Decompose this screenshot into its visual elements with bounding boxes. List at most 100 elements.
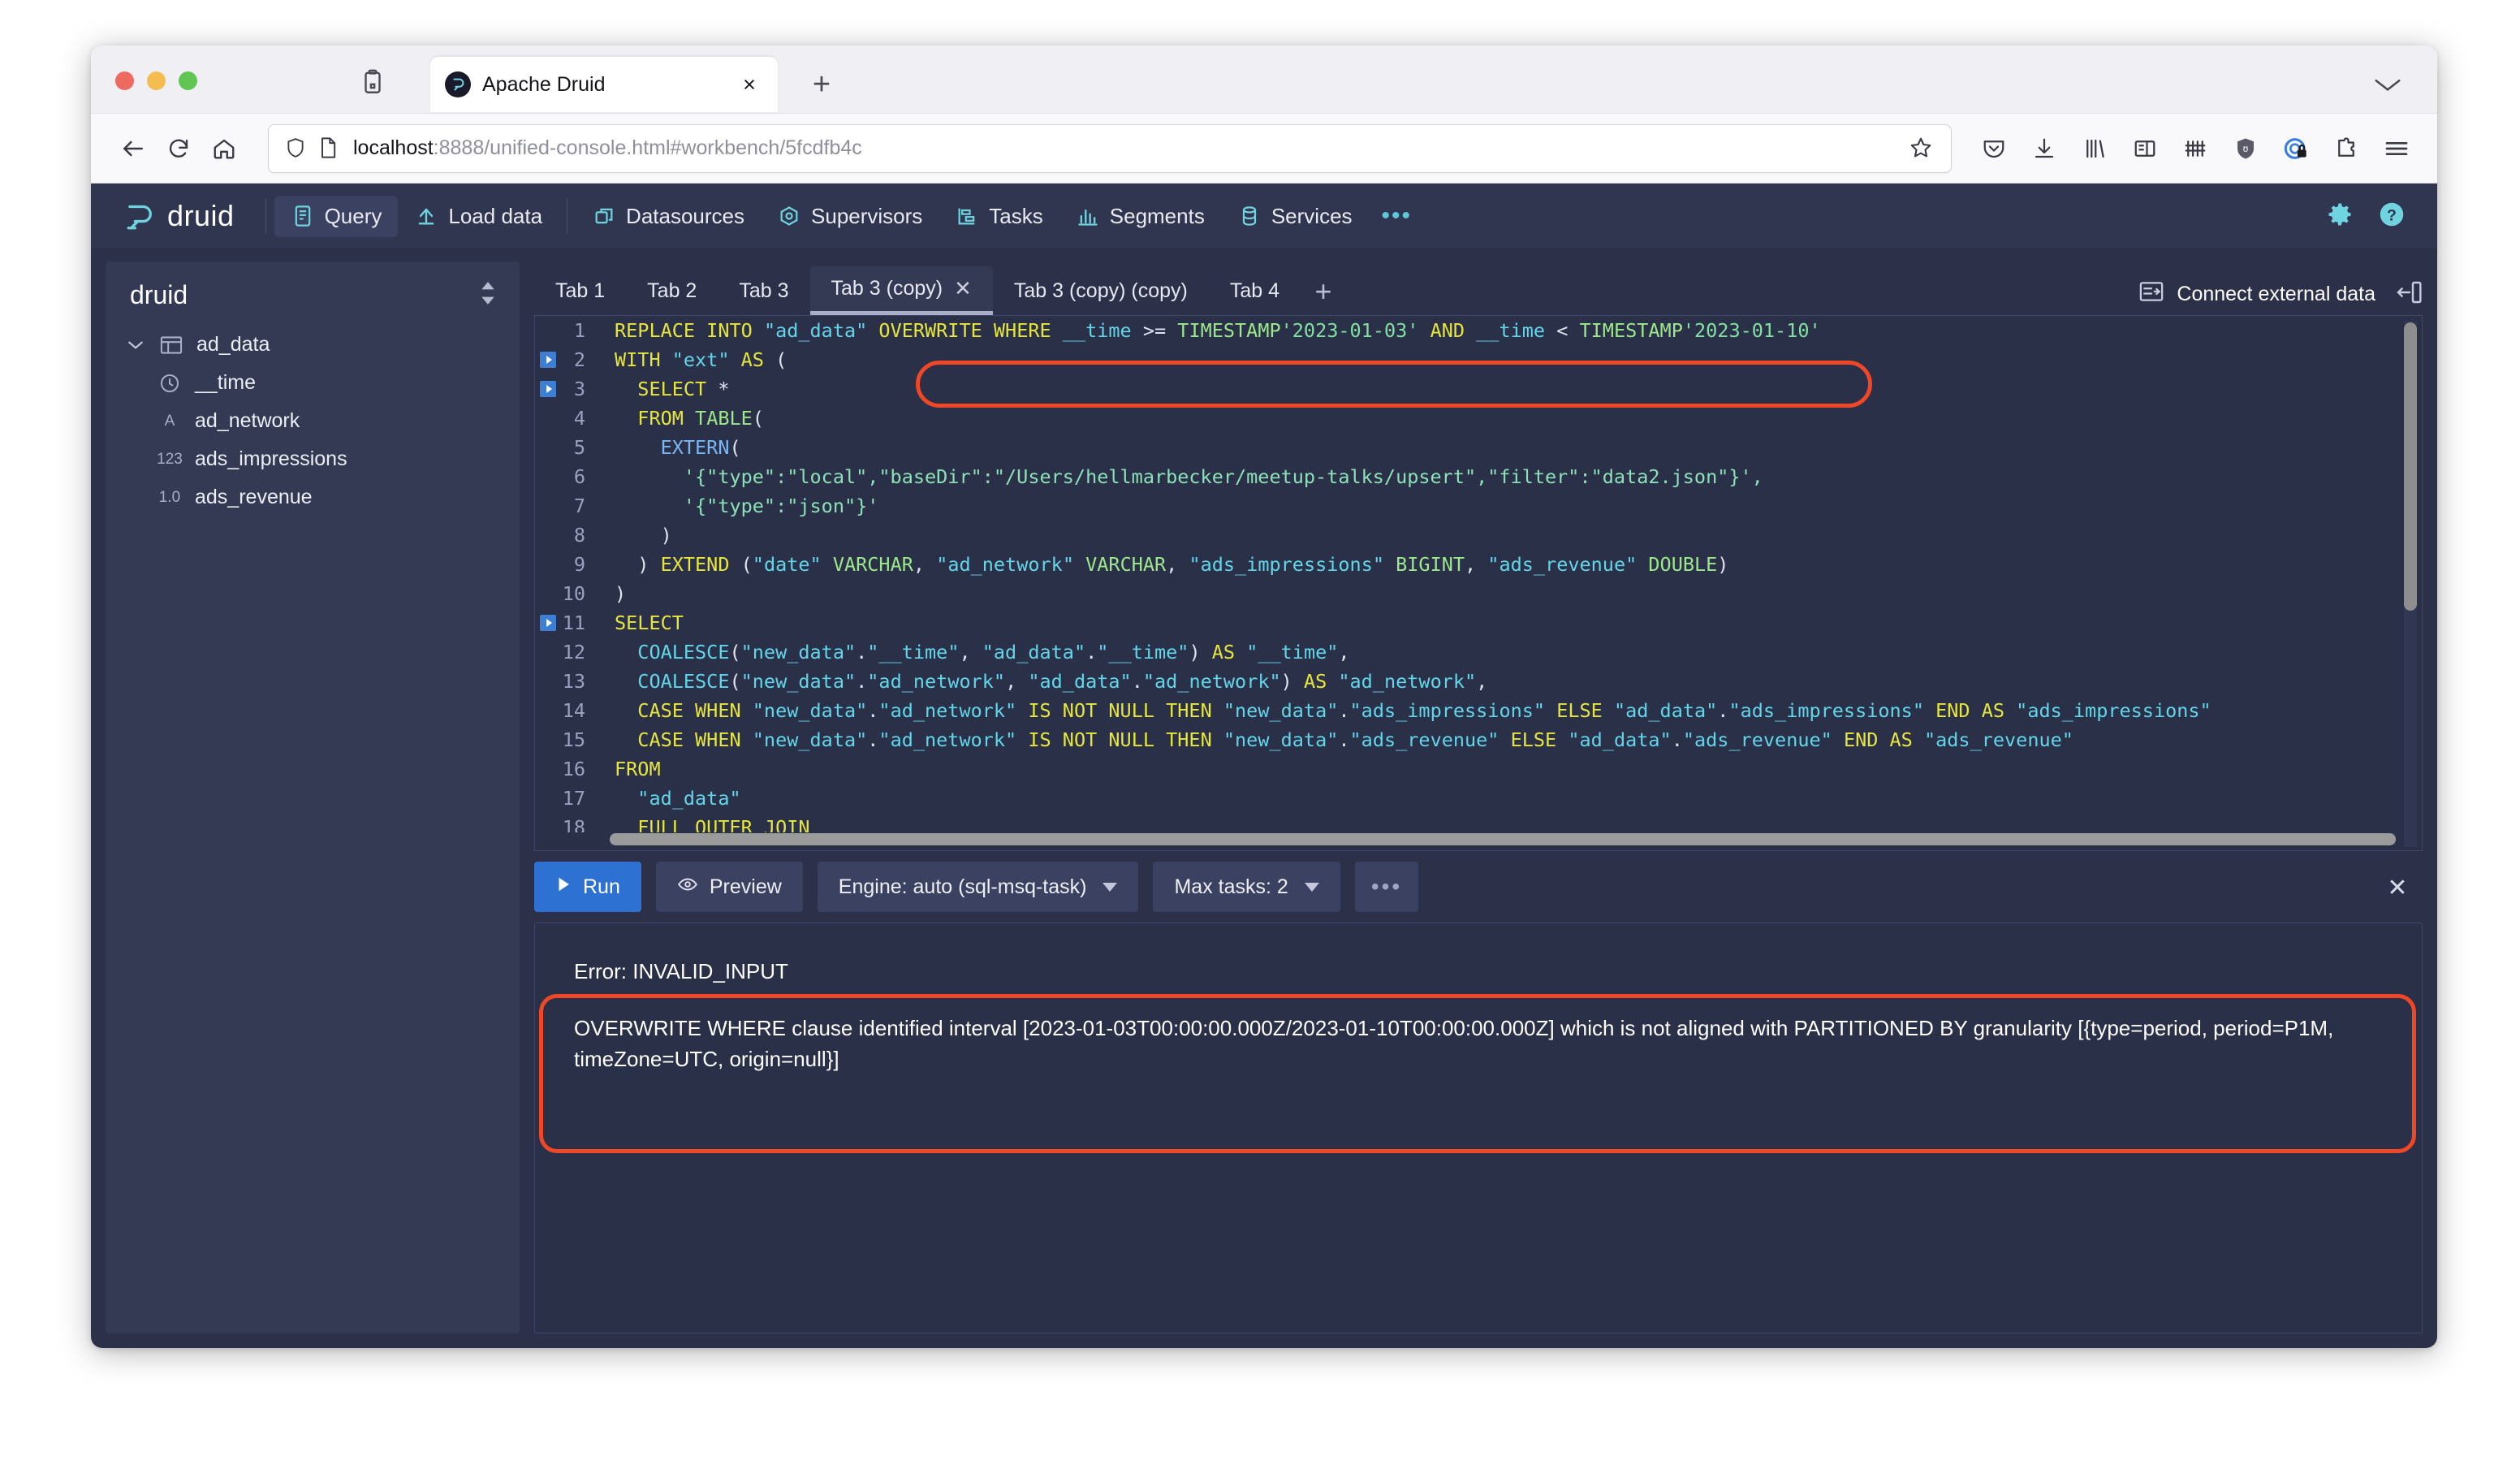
code-line[interactable]: 15 CASE WHEN "new_data"."ad_network" IS … [535,725,2401,754]
home-icon[interactable] [201,126,247,171]
star-icon[interactable] [1909,136,1935,162]
url-text[interactable]: localhost:8888/unified-console.html#work… [353,136,1909,160]
editor-horizontal-scroll-thumb[interactable] [610,833,2396,845]
nav-item-services[interactable]: Services [1221,196,1369,237]
code-text[interactable]: '{"type":"json"}' [598,491,2401,521]
query-tab-3[interactable]: Tab 3 [718,266,809,315]
nav-more-button[interactable]: ••• [1369,196,1426,236]
fold-marker-icon[interactable] [540,615,556,631]
hamburger-menu-icon[interactable] [2375,127,2418,170]
code-line[interactable]: 3 SELECT * [535,374,2401,404]
firefox-view-icon[interactable] [359,68,386,96]
query-tab-3-copy[interactable]: Tab 3 (copy) ✕ [809,266,993,315]
code-line[interactable]: 16 FROM [535,754,2401,784]
code-text[interactable]: CASE WHEN "new_data"."ad_network" IS NOT… [598,725,2401,754]
code-line[interactable]: 17 "ad_data" [535,784,2401,813]
nav-item-query[interactable]: Query [274,195,399,237]
code-text[interactable]: SELECT * [598,374,2401,404]
code-text[interactable]: COALESCE("new_data"."ad_network", "ad_da… [598,667,2401,696]
tree-node-ads-impressions[interactable]: 123 ads_impressions [106,440,520,478]
pocket-icon[interactable] [1973,127,2015,170]
help-icon[interactable]: ? [2377,200,2406,233]
code-text[interactable]: EXTERN( [598,433,2401,462]
tree-node-ad-data[interactable]: ad_data [106,326,520,364]
code-line[interactable]: 18 FULL OUTER JOIN [535,813,2401,832]
fold-marker-icon[interactable] [540,381,556,397]
extensions-icon[interactable] [2325,127,2367,170]
code-text[interactable]: FROM TABLE( [598,404,2401,433]
code-line[interactable]: 8 ) [535,521,2401,550]
library-icon[interactable] [2073,127,2116,170]
chevron-down-icon[interactable] [125,339,146,351]
code-text[interactable]: FULL OUTER JOIN [598,813,2401,832]
container-tabs-icon[interactable] [2174,127,2216,170]
code-text[interactable]: "ad_data" [598,784,2401,813]
query-tab-3-copy-copy[interactable]: Tab 3 (copy) (copy) [993,266,1209,315]
nav-item-load-data[interactable]: Load data [398,196,559,237]
close-icon[interactable]: × [736,71,763,98]
code-line[interactable]: 14 CASE WHEN "new_data"."ad_network" IS … [535,696,2401,725]
close-results-icon[interactable]: ✕ [2377,867,2418,908]
code-text[interactable]: SELECT [598,608,2401,637]
shield-icon[interactable] [285,136,309,161]
code-line[interactable]: 12 COALESCE("new_data"."__time", "ad_dat… [535,637,2401,667]
new-tab-button[interactable]: + [805,68,838,101]
browser-tab-apache-druid[interactable]: Apache Druid × [430,57,778,112]
code-line[interactable]: 2 WITH "ext" AS ( [535,345,2401,374]
code-text[interactable]: FROM [598,754,2401,784]
code-text[interactable]: ) [598,579,2401,608]
query-tab-2[interactable]: Tab 2 [626,266,718,315]
code-line[interactable]: 11 SELECT [535,608,2401,637]
engine-selector[interactable]: Engine: auto (sql-msq-task) [817,862,1139,912]
code-line[interactable]: 1 REPLACE INTO "ad_data" OVERWRITE WHERE … [535,316,2401,345]
back-arrow-icon[interactable] [110,126,156,171]
run-button[interactable]: Run [534,862,641,912]
druid-logo[interactable]: druid [122,199,235,233]
more-options-button[interactable]: ••• [1354,862,1419,912]
nav-item-tasks[interactable]: Tasks [939,196,1059,237]
code-line[interactable]: 5 EXTERN( [535,433,2401,462]
editor-vertical-scroll-thumb[interactable] [2404,322,2417,611]
collapse-panel-icon[interactable] [2397,280,2423,309]
fold-marker-icon[interactable] [540,352,556,368]
minimize-window-button[interactable] [147,71,166,90]
sql-editor[interactable]: 1 REPLACE INTO "ad_data" OVERWRITE WHERE … [534,315,2423,851]
close-window-button[interactable] [115,71,134,90]
code-text[interactable]: ) EXTEND ("date" VARCHAR, "ad_network" V… [598,550,2401,579]
reload-icon[interactable] [156,126,201,171]
downloads-icon[interactable] [2023,127,2065,170]
editor-content[interactable]: 1 REPLACE INTO "ad_data" OVERWRITE WHERE … [535,316,2401,832]
privacy-badger-icon[interactable] [2275,127,2317,170]
chevron-down-icon[interactable] [2372,75,2403,94]
tree-node-time[interactable]: __time [106,364,520,402]
code-text[interactable]: REPLACE INTO "ad_data" OVERWRITE WHERE _… [598,316,2401,345]
query-tab-1[interactable]: Tab 1 [534,266,626,315]
nav-item-supervisors[interactable]: Supervisors [761,196,939,237]
gear-icon[interactable] [2325,200,2354,233]
sidebar-icon[interactable] [2124,127,2166,170]
code-line[interactable]: 6 '{"type":"local","baseDir":"/Users/hel… [535,462,2401,491]
code-text[interactable]: WITH "ext" AS ( [598,345,2401,374]
code-text[interactable]: COALESCE("new_data"."__time", "ad_data".… [598,637,2401,667]
code-line[interactable]: 7 '{"type":"json"}' [535,491,2401,521]
code-line[interactable]: 4 FROM TABLE( [535,404,2401,433]
ublock-origin-icon[interactable]: ʊ [2224,127,2267,170]
preview-button[interactable]: Preview [655,862,803,912]
close-icon[interactable]: ✕ [954,276,972,301]
query-tab-4[interactable]: Tab 4 [1209,266,1301,315]
tree-node-ads-revenue[interactable]: 1.0 ads_revenue [106,478,520,516]
url-bar[interactable]: localhost:8888/unified-console.html#work… [268,123,1952,173]
code-text[interactable]: '{"type":"local","baseDir":"/Users/hellm… [598,462,2401,491]
maximize-window-button[interactable] [179,71,197,90]
code-line[interactable]: 13 COALESCE("new_data"."ad_network", "ad… [535,667,2401,696]
code-line[interactable]: 10) [535,579,2401,608]
tree-node-ad-network[interactable]: A ad_network [106,402,520,440]
sort-icon[interactable] [477,279,498,311]
nav-item-datasources[interactable]: Datasources [576,196,761,237]
code-line[interactable]: 9 ) EXTEND ("date" VARCHAR, "ad_network"… [535,550,2401,579]
max-tasks-selector[interactable]: Max tasks: 2 [1153,862,1340,912]
code-text[interactable]: CASE WHEN "new_data"."ad_network" IS NOT… [598,696,2401,725]
code-text[interactable]: ) [598,521,2401,550]
connect-external-data-button[interactable]: Connect external data [2139,281,2375,308]
nav-item-segments[interactable]: Segments [1059,196,1221,237]
